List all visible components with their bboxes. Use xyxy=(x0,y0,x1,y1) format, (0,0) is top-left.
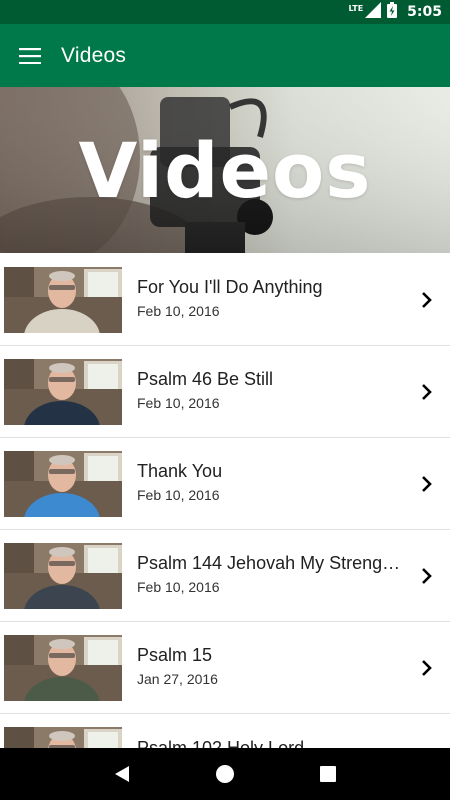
status-bar: LTE 5:05 xyxy=(0,0,450,24)
chevron-right-icon xyxy=(422,476,432,492)
hero-banner: Videos xyxy=(0,87,450,253)
clock: 5:05 xyxy=(407,4,442,20)
hero-title: Videos xyxy=(78,125,372,215)
back-button[interactable] xyxy=(102,754,142,794)
video-title: Psalm 102 Holy Lord xyxy=(137,738,305,748)
video-title: For You I'll Do Anything xyxy=(137,277,323,297)
list-item[interactable]: Psalm 15 Jan 27, 2016 xyxy=(0,622,450,714)
page-title: Videos xyxy=(61,43,127,67)
chevron-right-icon xyxy=(422,568,432,584)
system-navigation-bar xyxy=(0,748,450,800)
video-title: Psalm 46 Be Still xyxy=(137,369,274,389)
home-circle-icon xyxy=(215,765,234,783)
battery-icon xyxy=(387,2,398,22)
list-item[interactable]: Psalm 144 Jehovah My Streng… Feb 10, 201… xyxy=(0,530,450,622)
video-thumbnail xyxy=(4,267,122,333)
video-date: Feb 10, 2016 xyxy=(137,395,220,411)
menu-button[interactable] xyxy=(0,24,60,87)
video-title: Thank You xyxy=(137,461,223,481)
signal-icon xyxy=(365,2,382,22)
recents-button[interactable] xyxy=(308,754,348,794)
list-item[interactable]: For You I'll Do Anything Feb 10, 2016 xyxy=(0,254,450,346)
home-button[interactable] xyxy=(205,754,245,794)
video-thumbnail xyxy=(4,543,122,609)
video-thumbnail xyxy=(4,727,122,748)
video-title: Psalm 144 Jehovah My Streng… xyxy=(137,553,401,573)
list-item[interactable]: Thank You Feb 10, 2016 xyxy=(0,438,450,530)
back-triangle-icon xyxy=(114,766,129,782)
hamburger-menu-icon xyxy=(19,47,41,64)
video-thumbnail xyxy=(4,451,122,517)
list-item[interactable]: Psalm 46 Be Still Feb 10, 2016 xyxy=(0,346,450,438)
video-date: Feb 10, 2016 xyxy=(137,487,220,503)
network-type: LTE xyxy=(348,3,364,13)
chevron-right-icon xyxy=(422,292,432,308)
list-item[interactable]: Psalm 102 Holy Lord xyxy=(0,714,450,748)
video-date: Feb 10, 2016 xyxy=(137,579,220,595)
recents-square-icon xyxy=(320,766,337,782)
video-thumbnail xyxy=(4,359,122,425)
chevron-right-icon xyxy=(422,660,432,676)
video-title: Psalm 15 xyxy=(137,645,213,665)
video-thumbnail xyxy=(4,635,122,701)
video-list: For You I'll Do Anything Feb 10, 2016 Ps… xyxy=(0,254,450,748)
app-bar: Videos xyxy=(0,24,450,87)
video-date: Jan 27, 2016 xyxy=(137,671,218,687)
chevron-right-icon xyxy=(422,384,432,400)
video-date: Feb 10, 2016 xyxy=(137,303,220,319)
